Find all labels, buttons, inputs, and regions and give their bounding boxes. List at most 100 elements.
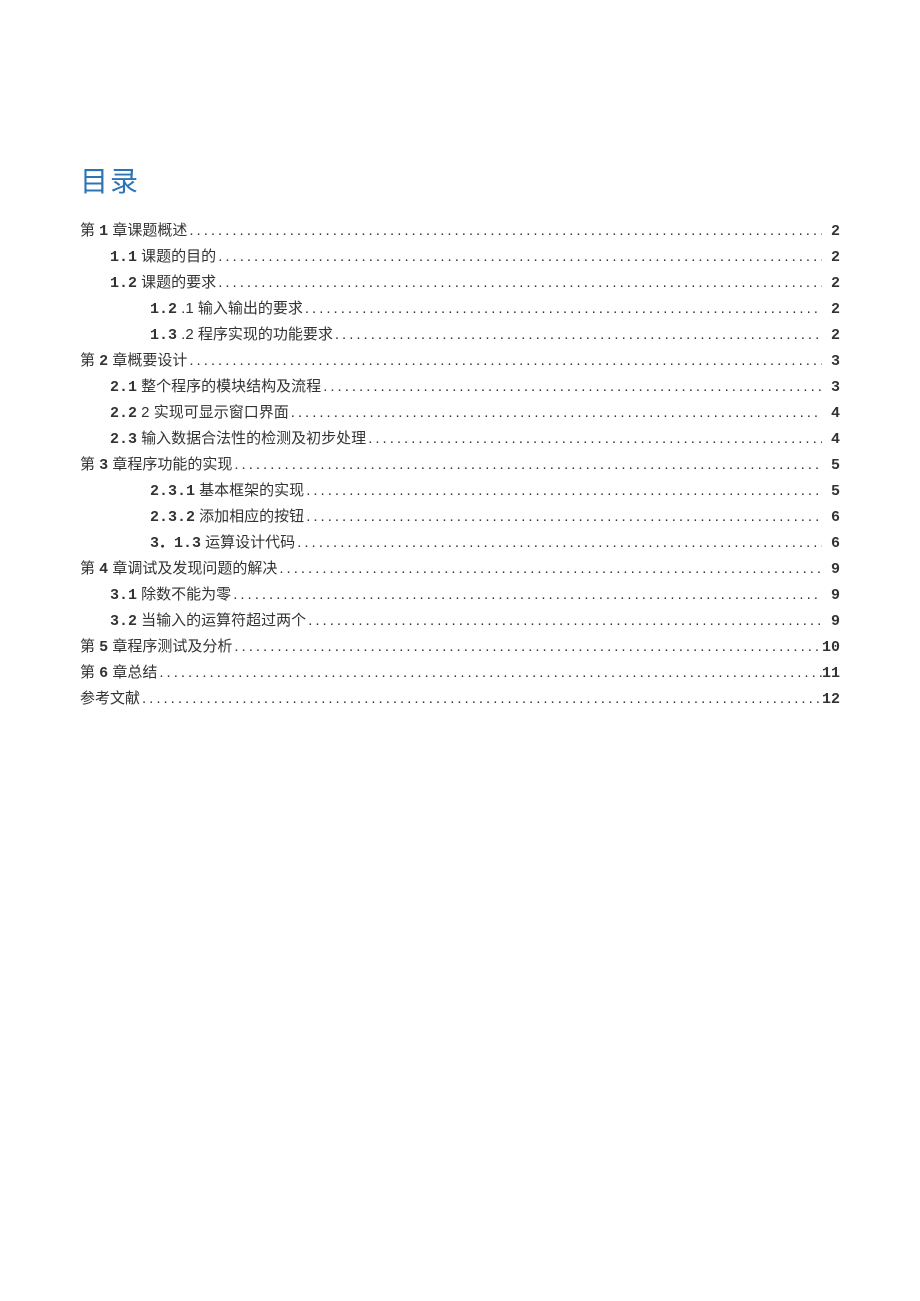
toc-row: 2.2 2 实现可显示窗口界面 4 [80,400,840,426]
toc-page-number: 9 [822,609,840,634]
toc-row: 第 3 章程序功能的实现 5 [80,452,840,478]
toc-entry-label: 2.3 输入数据合法性的检测及初步处理 [110,426,366,452]
toc-label-prefix: 第 [80,222,99,239]
toc-label-prefix: 第 [80,560,99,577]
toc-entry-label: 1.3 .2 程序实现的功能要求 [150,322,333,348]
toc-label-text: 2 实现可显示窗口界面 [137,404,289,421]
toc-page-number: 3 [822,349,840,374]
toc-row: 第 1 章课题概述2 [80,218,840,244]
toc-label-text: .2 程序实现的功能要求 [177,326,333,343]
toc-row: 第 5 章程序测试及分析10 [80,634,840,660]
toc-row: 第 2 章概要设计 3 [80,348,840,374]
toc-entry-label: 3．1.3 运算设计代码 [150,530,295,556]
toc-page-number: 2 [822,297,840,322]
toc-label-number: 2.3.2 [150,509,195,526]
toc-leader-dots [321,374,822,399]
toc-page-number: 12 [822,687,840,712]
toc-label-text: 章调试及发现问题的解决 [108,560,277,577]
toc-entry-label: 1.1 课题的目的 [110,244,216,270]
toc-leader-dots [306,608,822,633]
toc-row: 3.1 除数不能为零9 [80,582,840,608]
toc-row: 1.1 课题的目的 2 [80,244,840,270]
toc-page-number: 6 [822,531,840,556]
toc-entry-label: 第 6 章总结 [80,660,157,686]
toc-leader-dots [187,218,822,243]
toc-page-number: 11 [822,661,840,686]
toc-row: 2.3.2 添加相应的按钮 6 [80,504,840,530]
toc-leader-dots [216,244,822,269]
toc-list: 第 1 章课题概述21.1 课题的目的 21.2 课题的要求 21.2 .1 输… [80,218,840,712]
toc-label-text: 课题的要求 [137,274,216,291]
toc-entry-label: 第 2 章概要设计 [80,348,187,374]
toc-leader-dots [303,296,822,321]
toc-row: 第 4 章调试及发现问题的解决9 [80,556,840,582]
toc-label-prefix: 第 [80,352,99,369]
toc-label-number: 1.3 [150,327,177,344]
toc-entry-label: 2.2 2 实现可显示窗口界面 [110,400,289,426]
toc-label-number: 2.3.1 [150,483,195,500]
toc-page-number: 5 [822,453,840,478]
toc-row: 2.3.1 基本框架的实现 5 [80,478,840,504]
toc-label-text: 章程序功能的实现 [108,456,232,473]
toc-label-text: 添加相应的按钮 [195,508,304,525]
toc-entry-label: 2.1 整个程序的模块结构及流程 [110,374,321,400]
document-page: 目录 第 1 章课题概述21.1 课题的目的 21.2 课题的要求 21.2 .… [0,0,920,712]
toc-row: 1.2 .1 输入输出的要求 2 [80,296,840,322]
toc-label-number: 1.2 [110,275,137,292]
toc-label-number: 6 [99,665,108,682]
toc-label-prefix: 第 [80,664,99,681]
toc-label-prefix: 第 [80,456,99,473]
toc-label-number: 2.3 [110,431,137,448]
toc-leader-dots [231,582,822,607]
toc-label-text: 输入数据合法性的检测及初步处理 [137,430,366,447]
toc-page-number: 6 [822,505,840,530]
toc-page-number: 4 [822,401,840,426]
toc-label-number: 3．1.3 [150,535,201,552]
toc-page-number: 4 [822,427,840,452]
toc-label-prefix: 第 [80,638,99,655]
toc-label-prefix: 参考文献 [80,690,140,707]
toc-label-text: .1 输入输出的要求 [177,300,303,317]
toc-label-text: 当输入的运算符超过两个 [137,612,306,629]
toc-leader-dots [366,426,822,451]
toc-entry-label: 2.3.1 基本框架的实现 [150,478,304,504]
toc-label-number: 2.1 [110,379,137,396]
toc-leader-dots [333,322,822,347]
toc-page-number: 5 [822,479,840,504]
toc-row: 3．1.3 运算设计代码 6 [80,530,840,556]
toc-entry-label: 1.2 .1 输入输出的要求 [150,296,303,322]
toc-entry-label: 2.3.2 添加相应的按钮 [150,504,304,530]
toc-row: 2.3 输入数据合法性的检测及初步处理 4 [80,426,840,452]
toc-label-number: 3.2 [110,613,137,630]
toc-page-number: 3 [822,375,840,400]
toc-row: 1.2 课题的要求 2 [80,270,840,296]
toc-label-text: 章程序测试及分析 [108,638,232,655]
toc-label-number: 2 [99,353,108,370]
toc-leader-dots [277,556,822,581]
toc-leader-dots [140,686,822,711]
toc-leader-dots [295,530,822,555]
toc-label-text: 章课题概述 [108,222,187,239]
toc-row: 2.1 整个程序的模块结构及流程 3 [80,374,840,400]
toc-title: 目录 [80,160,840,200]
toc-label-number: 4 [99,561,108,578]
toc-label-number: 2.2 [110,405,137,422]
toc-page-number: 2 [822,323,840,348]
toc-page-number: 2 [822,271,840,296]
toc-label-number: 1 [99,223,108,240]
toc-row: 参考文献 12 [80,686,840,712]
toc-page-number: 10 [822,635,840,660]
toc-entry-label: 参考文献 [80,686,140,712]
toc-page-number: 2 [822,245,840,270]
toc-entry-label: 第 4 章调试及发现问题的解决 [80,556,277,582]
toc-leader-dots [304,504,822,529]
toc-label-text: 章概要设计 [108,352,187,369]
toc-leader-dots [187,348,822,373]
toc-label-text: 课题的目的 [137,248,216,265]
toc-leader-dots [232,634,822,659]
toc-row: 3.2 当输入的运算符超过两个 9 [80,608,840,634]
toc-leader-dots [289,400,822,425]
toc-leader-dots [216,270,822,295]
toc-entry-label: 第 3 章程序功能的实现 [80,452,232,478]
toc-entry-label: 3.2 当输入的运算符超过两个 [110,608,306,634]
